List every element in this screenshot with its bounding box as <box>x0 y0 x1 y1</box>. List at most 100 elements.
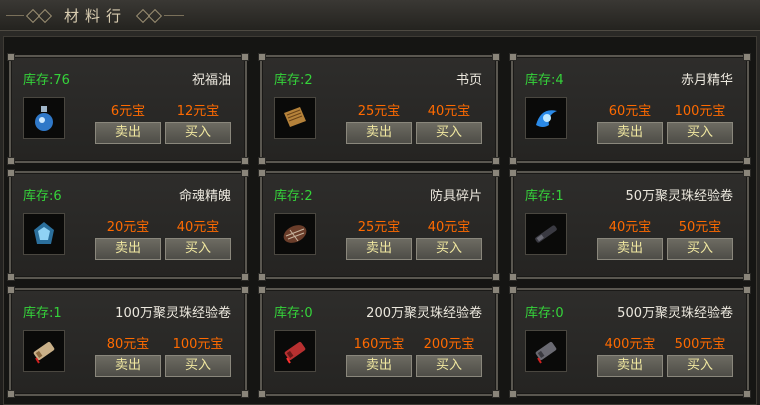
corner-rivet <box>509 273 517 281</box>
title-divider <box>164 15 184 16</box>
exp-scroll-icon <box>274 330 316 372</box>
buy-button[interactable]: 买入 <box>416 122 482 144</box>
corner-rivet <box>509 169 517 177</box>
sell-price: 80元宝 <box>106 337 150 352</box>
corner-rivet <box>492 169 500 177</box>
stock-count: 库存:1 <box>525 189 564 204</box>
item-name: 祝福油 <box>191 73 231 88</box>
corner-rivet <box>7 273 15 281</box>
red-moon-essence-icon <box>525 97 567 139</box>
buy-price: 100元宝 <box>172 337 224 352</box>
armor-fragment-icon <box>274 213 316 255</box>
buy-button[interactable]: 买入 <box>165 122 231 144</box>
corner-rivet <box>7 390 15 398</box>
stock-count: 库存:6 <box>23 189 62 204</box>
corner-rivet <box>492 273 500 281</box>
corner-rivet <box>7 157 15 165</box>
item-name: 500万聚灵珠经验卷 <box>617 306 733 321</box>
buy-price: 40元宝 <box>427 104 471 119</box>
item-card: 库存:1 100万聚灵珠经验卷 80元宝 100元宝 卖出 买入 <box>7 286 249 398</box>
item-name: 命魂精魄 <box>178 189 231 204</box>
sell-button[interactable]: 卖出 <box>95 238 161 260</box>
buy-price: 12元宝 <box>176 104 220 119</box>
item-card: 库存:2 书页 25元宝 40元宝 卖出 买入 <box>258 53 500 165</box>
stock-count: 库存:2 <box>274 73 313 88</box>
corner-rivet <box>258 157 266 165</box>
item-card: 库存:0 500万聚灵珠经验卷 400元宝 500元宝 卖出 买入 <box>509 286 751 398</box>
buy-button[interactable]: 买入 <box>165 238 231 260</box>
item-name: 赤月精华 <box>680 73 733 88</box>
sell-button[interactable]: 卖出 <box>346 355 412 377</box>
buy-price: 40元宝 <box>176 220 220 235</box>
sell-button[interactable]: 卖出 <box>95 355 161 377</box>
stock-count: 库存:1 <box>23 306 62 321</box>
item-card: 库存:4 赤月精华 60元宝 100元宝 卖出 买入 <box>509 53 751 165</box>
corner-rivet <box>241 53 249 61</box>
item-name: 200万聚灵珠经验卷 <box>366 306 482 321</box>
corner-rivet <box>7 53 15 61</box>
corner-rivet <box>258 169 266 177</box>
corner-rivet <box>241 390 249 398</box>
item-card: 库存:6 命魂精魄 20元宝 40元宝 卖出 买入 <box>7 169 249 281</box>
buy-button[interactable]: 买入 <box>165 355 231 377</box>
sell-price: 25元宝 <box>357 220 401 235</box>
sell-price: 160元宝 <box>353 337 405 352</box>
item-name: 100万聚灵珠经验卷 <box>115 306 231 321</box>
corner-rivet <box>743 286 751 294</box>
sell-price: 25元宝 <box>357 104 401 119</box>
buy-button[interactable]: 买入 <box>667 355 733 377</box>
sell-button[interactable]: 卖出 <box>597 122 663 144</box>
sell-button[interactable]: 卖出 <box>346 122 412 144</box>
corner-rivet <box>7 286 15 294</box>
sell-button[interactable]: 卖出 <box>597 238 663 260</box>
corner-rivet <box>743 53 751 61</box>
title-divider <box>6 15 24 16</box>
window-title: 材料行 <box>64 7 128 25</box>
corner-rivet <box>509 157 517 165</box>
buy-button[interactable]: 买入 <box>416 238 482 260</box>
exp-scroll-icon <box>23 330 65 372</box>
corner-rivet <box>241 169 249 177</box>
sell-button[interactable]: 卖出 <box>95 122 161 144</box>
item-grid: 库存:76 祝福油 6元宝 12元宝 卖出 买入 库存:2 书页 25元宝 40… <box>3 36 757 405</box>
item-card: 库存:0 200万聚灵珠经验卷 160元宝 200元宝 卖出 买入 <box>258 286 500 398</box>
corner-rivet <box>258 390 266 398</box>
sell-button[interactable]: 卖出 <box>346 238 412 260</box>
sell-price: 6元宝 <box>110 104 146 119</box>
sell-price: 20元宝 <box>106 220 150 235</box>
buy-button[interactable]: 买入 <box>416 355 482 377</box>
corner-rivet <box>258 286 266 294</box>
book-page-icon <box>274 97 316 139</box>
item-name: 50万聚灵珠经验卷 <box>625 189 733 204</box>
diamond-ornament-icon <box>37 8 53 24</box>
buy-price: 40元宝 <box>427 220 471 235</box>
corner-rivet <box>743 273 751 281</box>
corner-rivet <box>241 273 249 281</box>
sell-price: 40元宝 <box>608 220 652 235</box>
buy-price: 100元宝 <box>674 104 726 119</box>
diamond-ornament-icon <box>147 8 163 24</box>
buy-button[interactable]: 买入 <box>667 238 733 260</box>
sell-price: 60元宝 <box>608 104 652 119</box>
soul-essence-icon <box>23 213 65 255</box>
stock-count: 库存:4 <box>525 73 564 88</box>
corner-rivet <box>743 157 751 165</box>
corner-rivet <box>241 286 249 294</box>
corner-rivet <box>492 53 500 61</box>
exp-scroll-icon <box>525 213 567 255</box>
buy-button[interactable]: 买入 <box>667 122 733 144</box>
corner-rivet <box>743 390 751 398</box>
stock-count: 库存:0 <box>525 306 564 321</box>
item-card: 库存:1 50万聚灵珠经验卷 40元宝 50元宝 卖出 买入 <box>509 169 751 281</box>
corner-rivet <box>492 390 500 398</box>
corner-rivet <box>258 53 266 61</box>
corner-rivet <box>492 157 500 165</box>
stock-count: 库存:2 <box>274 189 313 204</box>
corner-rivet <box>509 390 517 398</box>
sell-button[interactable]: 卖出 <box>597 355 663 377</box>
buy-price: 200元宝 <box>423 337 475 352</box>
corner-rivet <box>509 286 517 294</box>
blessing-oil-icon <box>23 97 65 139</box>
stock-count: 库存:76 <box>23 73 70 88</box>
item-name: 书页 <box>455 73 482 88</box>
